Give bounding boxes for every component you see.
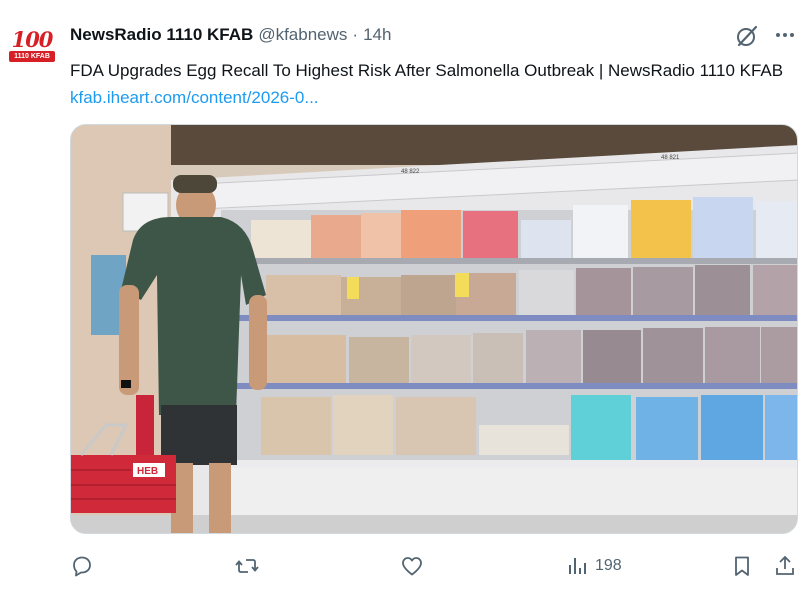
reply-icon: [73, 556, 91, 577]
share-button[interactable]: [773, 550, 797, 582]
egg-aisle-photo: 48 821 48 822 HEB: [71, 125, 797, 533]
reply-button[interactable]: [70, 550, 94, 582]
views-count: 198: [595, 557, 622, 574]
account-handle[interactable]: @kfabnews: [258, 25, 347, 45]
avatar[interactable]: 100 1110 KFAB: [6, 20, 58, 72]
avatar-number: 100: [11, 27, 54, 52]
like-button[interactable]: [400, 550, 424, 582]
tweet-text-body: FDA Upgrades Egg Recall To Highest Risk …: [70, 61, 784, 80]
tweet-text: FDA Upgrades Egg Recall To Highest Risk …: [70, 57, 790, 111]
tweet-link[interactable]: kfab.iheart.com/content/2026-0...: [70, 88, 319, 107]
views-button[interactable]: 198: [565, 550, 622, 582]
action-bar: 198: [70, 550, 800, 582]
shelf-tag-b: 48 822: [401, 169, 420, 175]
tweet[interactable]: 100 1110 KFAB NewsRadio 1110 KFAB @kfabn…: [0, 0, 810, 589]
repost-icon: [235, 559, 259, 573]
heart-icon: [402, 557, 422, 576]
shelf-tag-a: 48 821: [661, 155, 680, 161]
account-name[interactable]: NewsRadio 1110 KFAB: [70, 25, 253, 45]
views-icon: [569, 558, 586, 574]
bookmark-button[interactable]: [730, 550, 754, 582]
repost-button[interactable]: [235, 550, 259, 582]
grok-icon[interactable]: [735, 24, 759, 48]
share-icon: [776, 555, 794, 575]
tweet-image[interactable]: 48 821 48 822 HEB: [70, 124, 798, 534]
tweet-header: NewsRadio 1110 KFAB @kfabnews · 14h: [70, 24, 391, 46]
post-time[interactable]: 14h: [363, 25, 391, 45]
more-options-icon[interactable]: [772, 24, 798, 46]
bookmark-icon: [735, 556, 749, 576]
header-separator: ·: [352, 25, 359, 44]
avatar-label: 1110 KFAB: [9, 51, 55, 62]
basket-brand: HEB: [137, 466, 158, 477]
